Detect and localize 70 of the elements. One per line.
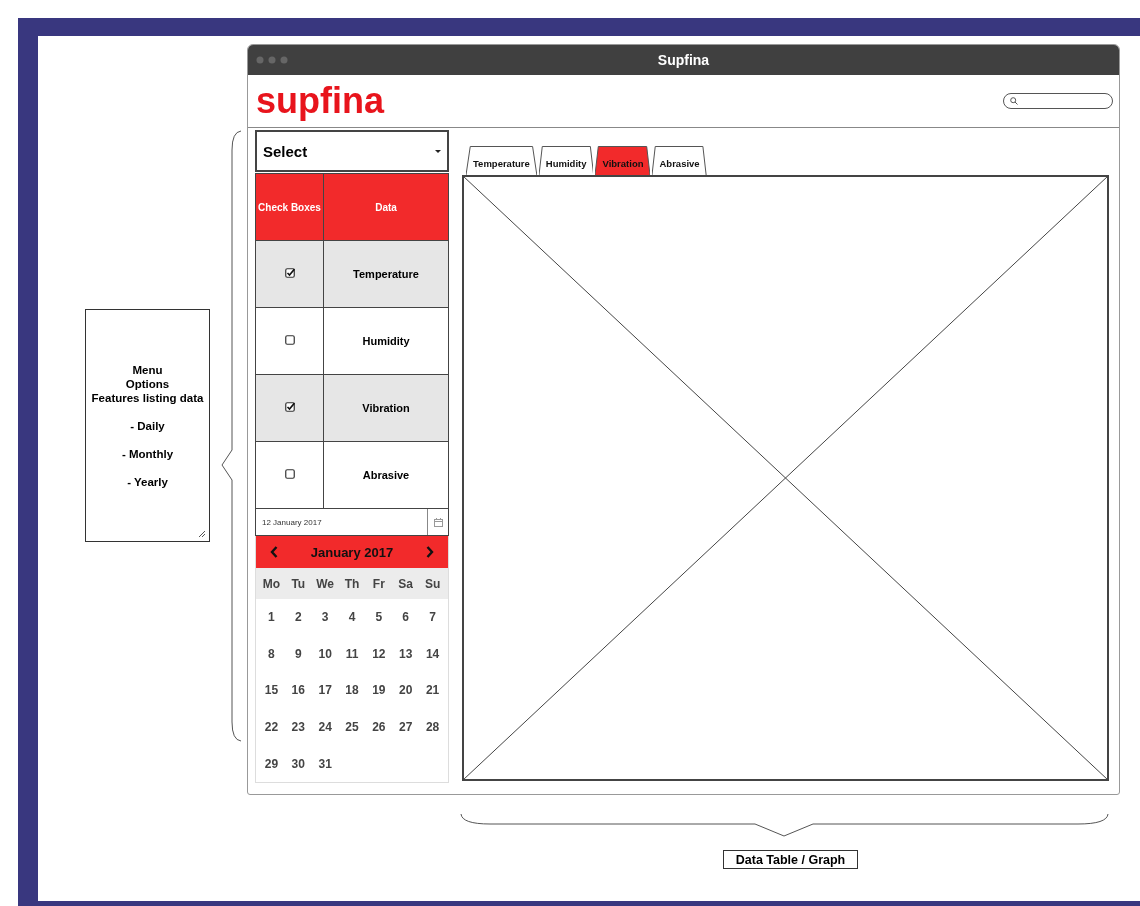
- date-field[interactable]: 12 January 2017: [255, 509, 449, 536]
- calendar-day[interactable]: 12: [365, 646, 393, 661]
- calendar-day[interactable]: 6: [392, 610, 420, 625]
- checkbox[interactable]: [284, 268, 295, 278]
- calendar-day[interactable]: 28: [419, 720, 446, 735]
- next-month-icon[interactable]: [426, 546, 434, 558]
- column-header: Check Boxes: [255, 173, 324, 241]
- note-text: - Monthly: [121, 446, 174, 461]
- resize-grip-icon[interactable]: [199, 531, 205, 537]
- weekday-label: Tu: [290, 576, 307, 591]
- calendar-day[interactable]: 4: [338, 610, 366, 625]
- calendar-day[interactable]: 9: [284, 646, 312, 661]
- calendar-day[interactable]: 17: [311, 683, 339, 698]
- calendar-day[interactable]: 10: [311, 646, 339, 661]
- calendar-day[interactable]: 18: [338, 683, 366, 698]
- caption-label: Data Table / Graph: [723, 850, 858, 869]
- calendar-day[interactable]: 24: [311, 720, 339, 735]
- weekday-label: Mo: [261, 576, 282, 591]
- calendar-icon[interactable]: [433, 517, 443, 527]
- note-text: Features listing data: [91, 390, 204, 405]
- note-text: - Daily: [130, 418, 165, 433]
- calendar-month: January 2017: [310, 544, 394, 560]
- calendar-day[interactable]: 14: [419, 646, 446, 661]
- checkbox[interactable]: [284, 402, 295, 412]
- calendar-day[interactable]: 22: [258, 720, 285, 735]
- calendar-day[interactable]: 8: [258, 646, 285, 661]
- calendar-day[interactable]: 3: [311, 610, 339, 625]
- tab[interactable]: Humidity: [538, 146, 594, 175]
- note-text: Menu: [132, 362, 163, 377]
- tab[interactable]: Temperature: [466, 146, 537, 175]
- calendar-day[interactable]: 13: [392, 646, 420, 661]
- tab[interactable]: Abrasive: [652, 146, 707, 175]
- calendar-day[interactable]: 16: [284, 683, 312, 698]
- note-text: Options: [125, 376, 170, 391]
- calendar-day[interactable]: 23: [284, 720, 312, 735]
- weekday-label: Su: [423, 576, 442, 591]
- calendar-day[interactable]: 7: [419, 610, 446, 625]
- weekday-label: We: [315, 576, 336, 591]
- calendar-day[interactable]: 20: [392, 683, 420, 698]
- window-title: Supfina: [657, 52, 710, 68]
- calendar-day[interactable]: 21: [419, 683, 446, 698]
- search-icon: [1010, 97, 1018, 105]
- table-cell: Abrasive: [323, 441, 449, 509]
- weekday-label: Th: [343, 576, 361, 591]
- weekday-label: Sa: [397, 576, 415, 591]
- previous-month-icon[interactable]: [270, 546, 278, 558]
- calendar-day[interactable]: 2: [284, 610, 312, 625]
- column-header: Data: [323, 173, 449, 241]
- calendar-day[interactable]: 11: [338, 646, 366, 661]
- checkbox[interactable]: [284, 335, 295, 345]
- calendar-day[interactable]: 1: [258, 610, 285, 625]
- calendar-day[interactable]: 25: [338, 720, 366, 735]
- calendar-day[interactable]: 19: [365, 683, 393, 698]
- weekday-label: Fr: [371, 576, 386, 591]
- calendar-day[interactable]: 27: [392, 720, 420, 735]
- logo: supfina: [256, 83, 384, 119]
- calendar-day[interactable]: 26: [365, 720, 393, 735]
- calendar-day[interactable]: 30: [284, 756, 312, 771]
- tab[interactable]: Vibration: [595, 146, 651, 175]
- calendar-day[interactable]: 15: [258, 683, 285, 698]
- table-cell: Temperature: [323, 240, 449, 308]
- caret-icon: [435, 149, 441, 153]
- calendar-day[interactable]: 31: [311, 756, 339, 771]
- calendar-day[interactable]: 29: [258, 756, 285, 771]
- calendar-day[interactable]: 5: [365, 610, 393, 625]
- checkbox[interactable]: [284, 469, 295, 479]
- table-cell: Humidity: [323, 307, 449, 375]
- note-text: - Yearly: [127, 474, 168, 489]
- table-cell: Vibration: [323, 374, 449, 442]
- select-dropdown[interactable]: Select: [255, 130, 449, 172]
